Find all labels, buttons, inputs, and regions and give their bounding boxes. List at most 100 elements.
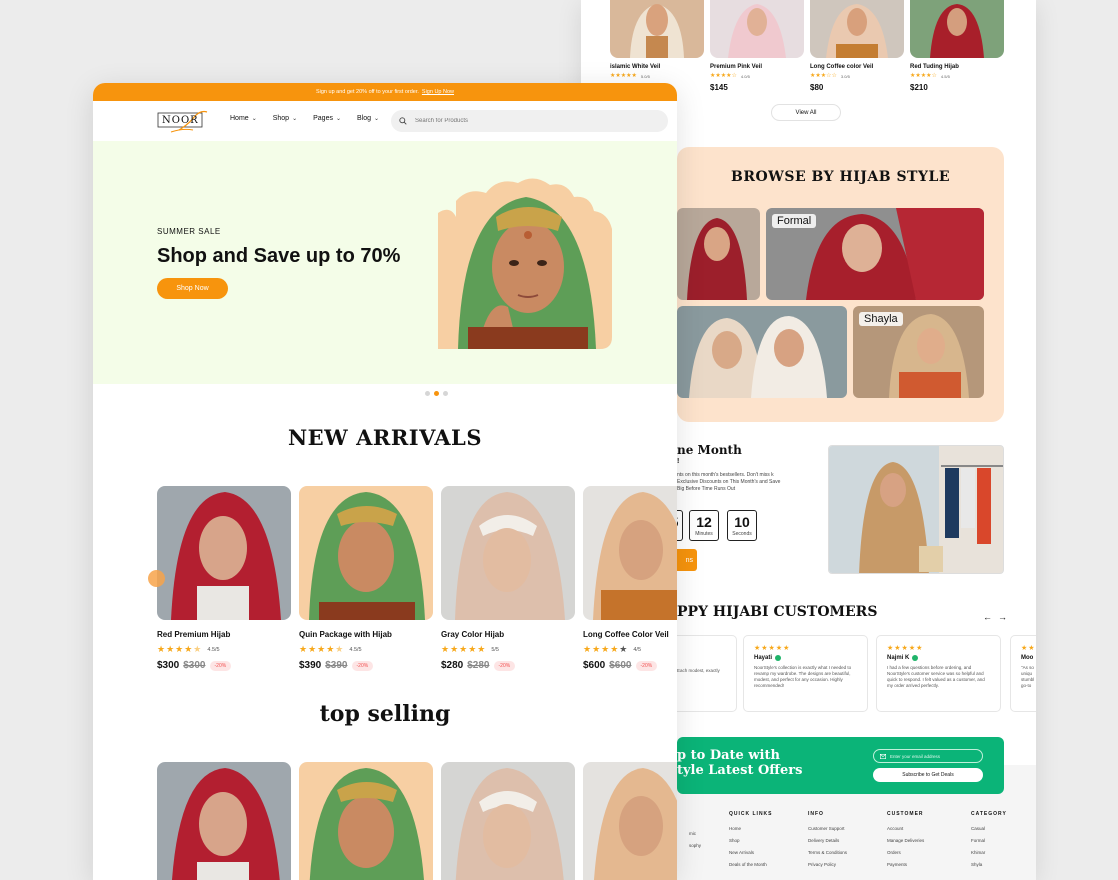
arrow-left-icon[interactable]: ←	[983, 612, 992, 622]
subscribe-button[interactable]: Subscribe to Get Deals	[873, 768, 983, 782]
product-name: Red Premium Hijab	[157, 630, 231, 639]
carousel-arrows: ← →	[983, 612, 1007, 622]
hero-banner: SUMMER SALE Shop and Save up to 70% Shop…	[93, 141, 677, 384]
footer-link[interactable]: Khimar	[971, 850, 1007, 855]
discount-badge: -20%	[209, 660, 232, 671]
product-image	[299, 762, 433, 880]
product-card[interactable]: Long Coffee Color Veil ★★★★ ★ 4/5 $600 $60…	[583, 486, 677, 671]
mail-icon	[880, 753, 886, 759]
sign-up-link[interactable]: Sign Up Now	[422, 89, 454, 95]
footer-link[interactable]: Deals of the Month	[729, 862, 773, 867]
footer-link[interactable]: Customer Support	[808, 826, 847, 831]
footer-info: INFO Customer Support Delivery Details T…	[808, 811, 848, 867]
product-card[interactable]	[157, 762, 291, 880]
header: NOOR Home ⌄ Shop ⌄ Pages ⌄ Blog ⌄	[93, 101, 677, 141]
hero-image	[438, 177, 612, 349]
newsletter-banner: p to Date with tyle Latest Offers Enter …	[677, 737, 1004, 794]
footer-link[interactable]: Orders	[887, 850, 924, 855]
front-page: Sign up and get 20% off to your first or…	[93, 83, 677, 880]
new-arrivals-title: NEW ARRIVALS	[287, 425, 482, 450]
product-price: $280 $280 -20%	[441, 660, 575, 671]
deal-image	[828, 445, 1004, 574]
newsletter-title: p to Date with tyle Latest Offers	[677, 748, 803, 778]
product-card[interactable]	[299, 762, 433, 880]
logo[interactable]: NOOR	[157, 108, 213, 134]
carousel-dot[interactable]	[425, 391, 430, 396]
product-image	[810, 0, 904, 58]
review-text: I had a few questions before ordering, a…	[887, 665, 985, 688]
style-tile-formal[interactable]: Formal	[766, 208, 984, 300]
product-card[interactable]: Red Premium Hijab ★★★★ ★ 4.5/5 $300 $300 -…	[157, 486, 291, 671]
hero-title: Shop and Save up to 70%	[157, 245, 401, 267]
view-all-button[interactable]: View All	[771, 104, 841, 121]
product-image	[610, 0, 704, 58]
nav-item-pages[interactable]: Pages ⌄	[313, 115, 341, 122]
product-price: $210	[910, 83, 928, 92]
product-card[interactable]: islamic White Veil ★★★★★ 5.0/5	[610, 0, 704, 79]
countdown-seconds: 10 Seconds	[727, 510, 757, 541]
product-card[interactable]: Long Coffee color Veil ★★★☆☆ 3.0/5 $80	[810, 0, 904, 92]
footer-partial: mic sophy	[689, 831, 702, 848]
footer-link[interactable]: Shyla	[971, 862, 1007, 867]
promo-bar: Sign up and get 20% off to your first or…	[93, 83, 677, 101]
footer-link[interactable]: Formal	[971, 838, 1007, 843]
footer-category: CATEGORY Casual Formal Khimar Shyla	[971, 811, 1007, 867]
rating-stars: ★★★★★	[887, 645, 924, 652]
deal-description: nts on this month's bestsellers. Don't m…	[677, 472, 781, 492]
logo-text: NOOR	[162, 115, 199, 126]
footer-link[interactable]: Privacy Policy	[808, 862, 847, 867]
product-name: Premium Pink Veil	[710, 64, 763, 70]
product-card[interactable]	[441, 762, 575, 880]
product-price: $600 $600 -20%	[583, 660, 677, 671]
style-tile-casual[interactable]	[677, 208, 760, 300]
product-card[interactable]: Premium Pink Veil ★★★★☆ 4.0/5 $145	[710, 0, 804, 92]
footer-link[interactable]: Terms & Conditions	[808, 850, 847, 855]
search-icon	[399, 117, 407, 125]
product-card[interactable]	[583, 762, 677, 880]
footer-link[interactable]: New Arrivals	[729, 850, 773, 855]
review-card: ★★★★★ Najmi K I had a few questions befo…	[876, 635, 1001, 712]
nav-item-blog[interactable]: Blog ⌄	[357, 115, 379, 122]
product-image	[299, 486, 433, 620]
countdown-minutes: 12 Minutes	[689, 510, 719, 541]
footer-link[interactable]: Home	[729, 826, 773, 831]
rating-stars: ★★★★★	[754, 645, 791, 652]
shop-now-button[interactable]: Shop Now	[157, 278, 228, 299]
footer-quick-links: QUICK LINKS Home Shop New Arrivals Deals…	[729, 811, 773, 867]
chevron-down-icon: ⌄	[335, 116, 341, 122]
product-rating: ★★★★ ★ 4/5	[583, 644, 642, 654]
carousel-prev-button[interactable]	[148, 570, 165, 587]
carousel-dot[interactable]	[443, 391, 448, 396]
discount-badge: -20%	[493, 660, 516, 671]
footer-link[interactable]: Casual	[971, 826, 1007, 831]
style-tile-shayla[interactable]: Shayla	[853, 306, 984, 398]
nav-item-home[interactable]: Home ⌄	[230, 115, 257, 122]
search-input[interactable]	[415, 118, 615, 124]
product-name: Gray Color Hijab	[441, 630, 505, 639]
top-selling-title: top selling	[319, 701, 451, 727]
chevron-down-icon: ⌄	[251, 116, 257, 122]
footer-link[interactable]: Payments	[887, 862, 924, 867]
section-title: PPY HIJABI CUSTOMERS	[677, 604, 878, 620]
footer-link[interactable]: Shop	[729, 838, 773, 843]
product-image	[157, 486, 291, 620]
review-text: "As so uniqu stumbl go-to	[1021, 665, 1035, 688]
carousel-dot-active[interactable]	[434, 391, 439, 396]
rating-stars: ★★	[1021, 645, 1036, 652]
product-name: Quin Package with Hijab	[299, 630, 392, 639]
product-card[interactable]: Gray Color Hijab ★★★★★ 5/5 $280 $280 -20%	[441, 486, 575, 671]
hero-kicker: SUMMER SALE	[157, 227, 221, 236]
section-title: BROWSE BY HIJAB STYLE	[730, 169, 950, 185]
hero-carousel-dots	[425, 391, 448, 396]
arrow-right-icon[interactable]: →	[998, 612, 1007, 622]
style-tag: Shayla	[859, 312, 903, 326]
nav-item-shop[interactable]: Shop ⌄	[273, 115, 297, 122]
footer-link[interactable]: Account	[887, 826, 924, 831]
verified-icon	[775, 655, 782, 661]
footer-link[interactable]: Manage Deliveries	[887, 838, 924, 843]
product-card[interactable]: Quin Package with Hijab ★★★★ ★ 4.5/5 $390 …	[299, 486, 433, 671]
product-card[interactable]: Red Tuding Hijab ★★★★☆ 4.5/5 $210	[910, 0, 1004, 92]
style-tile-group[interactable]	[677, 306, 847, 398]
email-field[interactable]: Enter your email address	[873, 749, 983, 763]
footer-link[interactable]: Delivery Details	[808, 838, 847, 843]
